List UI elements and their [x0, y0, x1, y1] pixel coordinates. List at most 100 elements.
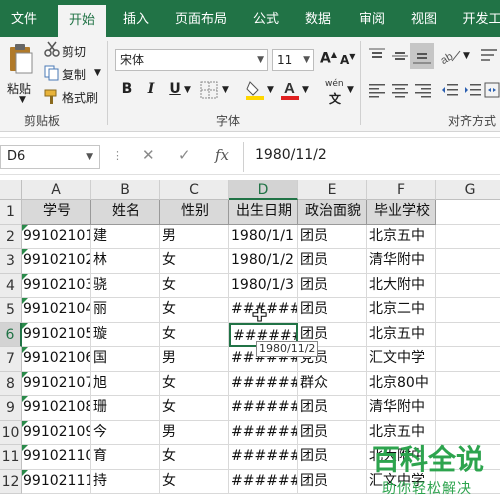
table-cell[interactable]: 女: [160, 249, 229, 274]
increase-indent-icon[interactable]: [464, 81, 482, 103]
row-header-12[interactable]: 12: [0, 469, 22, 494]
font-size-combo[interactable]: 11 ▼: [272, 49, 314, 71]
table-cell[interactable]: 99102105: [22, 322, 91, 347]
table-cell[interactable]: [436, 396, 500, 421]
table-cell[interactable]: 团员: [298, 224, 367, 249]
table-cell[interactable]: [436, 274, 500, 298]
format-painter-button[interactable]: 格式刷: [62, 89, 98, 106]
border-dropdown-icon[interactable]: ▼: [222, 85, 229, 95]
row-header-8[interactable]: 8: [0, 371, 22, 396]
table-cell[interactable]: 团员: [298, 469, 367, 494]
underline-dropdown-icon[interactable]: ▼: [184, 85, 191, 95]
row-header-7[interactable]: 7: [0, 347, 22, 372]
column-header-a[interactable]: A: [22, 180, 91, 200]
phonetic-dropdown-icon[interactable]: ▼: [347, 85, 354, 95]
table-cell[interactable]: 女: [160, 371, 229, 396]
table-cell[interactable]: 清华附中: [367, 249, 436, 274]
row-header-3[interactable]: 3: [0, 249, 22, 274]
table-cell[interactable]: 国: [91, 347, 160, 372]
tab-formulas[interactable]: 公式: [244, 0, 288, 37]
column-header-f[interactable]: F: [367, 180, 436, 200]
chevron-down-icon[interactable]: ▼: [257, 50, 264, 70]
table-cell[interactable]: 北京80中: [367, 371, 436, 396]
table-cell[interactable]: [436, 372, 500, 396]
table-cell[interactable]: 99102104: [22, 298, 91, 323]
insert-function-icon[interactable]: fx: [215, 146, 229, 164]
shrink-font-icon[interactable]: A▼: [340, 52, 355, 67]
table-cell[interactable]: ########: [229, 371, 298, 396]
table-cell[interactable]: 1980/1/2: [229, 249, 298, 274]
cut-icon[interactable]: [44, 41, 60, 61]
table-header-cell[interactable]: [436, 200, 500, 225]
table-cell[interactable]: [436, 298, 500, 323]
row-header-2[interactable]: 2: [0, 224, 22, 249]
table-cell[interactable]: 1980/1/1: [229, 224, 298, 249]
font-name-combo[interactable]: 宋体 ▼: [115, 49, 268, 71]
format-painter-icon[interactable]: [44, 89, 60, 109]
row-header-11[interactable]: 11: [0, 445, 22, 470]
column-header-g[interactable]: G: [436, 180, 500, 200]
table-cell[interactable]: 旭: [91, 371, 160, 396]
table-cell[interactable]: ########: [229, 469, 298, 494]
table-cell[interactable]: 99102108: [22, 396, 91, 421]
table-cell[interactable]: 今: [91, 420, 160, 445]
row-header-6[interactable]: 6: [0, 322, 22, 347]
table-cell[interactable]: 骁: [91, 273, 160, 298]
table-cell[interactable]: 女: [160, 298, 229, 323]
border-icon[interactable]: [200, 81, 218, 103]
table-cell[interactable]: ########: [229, 445, 298, 470]
decrease-indent-icon[interactable]: [441, 81, 459, 103]
tab-data[interactable]: 数据: [296, 0, 340, 37]
table-cell[interactable]: 团员: [298, 298, 367, 323]
table-cell[interactable]: 99102102: [22, 249, 91, 274]
table-header-cell[interactable]: 姓名: [91, 200, 160, 225]
table-cell[interactable]: ########: [229, 396, 298, 421]
chevron-down-icon[interactable]: ▼: [303, 50, 310, 70]
column-header-b[interactable]: B: [91, 180, 160, 200]
table-cell[interactable]: 女: [160, 396, 229, 421]
table-cell[interactable]: 丽: [91, 298, 160, 323]
table-header-cell[interactable]: 毕业学校: [367, 200, 436, 225]
table-cell[interactable]: 99102103: [22, 273, 91, 298]
orientation-icon[interactable]: ab: [439, 47, 462, 69]
align-center-icon[interactable]: [391, 81, 409, 103]
table-cell[interactable]: 99102107: [22, 371, 91, 396]
align-top-icon[interactable]: [368, 47, 386, 69]
copy-dropdown-icon[interactable]: ▼: [94, 68, 101, 78]
table-cell[interactable]: 北大附中: [367, 273, 436, 298]
table-cell[interactable]: ########: [229, 420, 298, 445]
italic-button[interactable]: I: [142, 81, 160, 97]
align-right-icon[interactable]: [414, 81, 432, 103]
table-cell[interactable]: [436, 249, 500, 274]
tab-view[interactable]: 视图: [404, 0, 444, 37]
table-cell[interactable]: 男: [160, 420, 229, 445]
align-bottom-icon[interactable]: [410, 43, 434, 69]
table-cell[interactable]: 1980/1/3: [229, 273, 298, 298]
table-cell[interactable]: 育: [91, 445, 160, 470]
table-cell[interactable]: 建: [91, 224, 160, 249]
tab-review[interactable]: 审阅: [350, 0, 394, 37]
table-header-cell[interactable]: 政治面貌: [298, 200, 367, 225]
fill-color-icon[interactable]: [246, 79, 264, 105]
table-cell[interactable]: 清华附中: [367, 396, 436, 421]
cut-button[interactable]: 剪切: [62, 43, 86, 60]
table-cell[interactable]: 团员: [298, 273, 367, 298]
select-all-corner[interactable]: [0, 180, 22, 200]
table-cell[interactable]: 团员: [298, 249, 367, 274]
table-cell[interactable]: 女: [160, 469, 229, 494]
grow-font-icon[interactable]: A▲: [320, 50, 337, 67]
tab-page-layout[interactable]: 页面布局: [168, 0, 234, 37]
column-header-c[interactable]: C: [160, 180, 229, 200]
table-cell[interactable]: 珊: [91, 396, 160, 421]
chevron-down-icon[interactable]: ▼: [86, 146, 93, 168]
formula-input[interactable]: 1980/11/2: [255, 147, 327, 163]
tab-file[interactable]: 文件: [0, 0, 48, 37]
phonetic-guide-icon[interactable]: 文: [329, 90, 341, 107]
cancel-icon[interactable]: ✕: [142, 146, 155, 164]
more-dots-icon[interactable]: ⋮: [112, 149, 123, 162]
table-cell[interactable]: 女: [160, 322, 229, 347]
table-header-cell[interactable]: 学号: [22, 200, 91, 225]
align-left-icon[interactable]: [368, 81, 386, 103]
align-middle-icon[interactable]: [391, 47, 409, 69]
paste-dropdown-icon[interactable]: ▼: [19, 95, 26, 105]
